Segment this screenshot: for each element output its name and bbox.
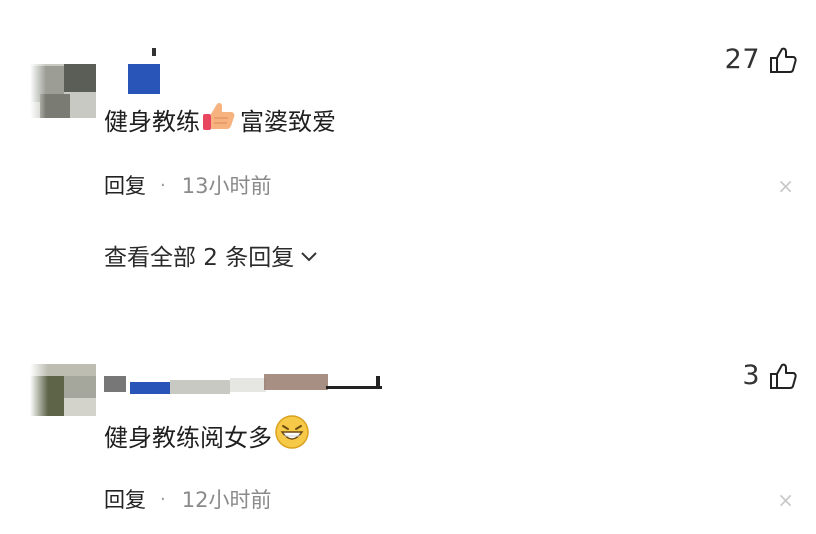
meta-separator: · xyxy=(160,488,166,510)
view-all-replies-button[interactable]: 查看全部 2 条回复 xyxy=(104,238,318,272)
comment-meta: 回复 · 12小时前 xyxy=(104,484,271,514)
avatar[interactable] xyxy=(30,354,96,416)
like-count: 27 xyxy=(724,44,760,75)
meta-separator: · xyxy=(160,174,166,196)
comment-text-part: 健身教练 xyxy=(104,107,200,136)
thumbs-up-emoji xyxy=(202,100,236,138)
thumbs-up-outline-icon xyxy=(768,45,798,75)
reply-button[interactable]: 回复 xyxy=(104,484,146,514)
comment-item: 3 健身教练阅女多 回复 · 12小时前 × xyxy=(0,330,816,534)
username-redacted[interactable] xyxy=(104,370,394,396)
chevron-down-icon xyxy=(294,242,318,268)
avatar[interactable] xyxy=(30,56,96,118)
comment-meta: 回复 · 13小时前 xyxy=(104,170,271,200)
comment-text-part: 健身教练阅女多 xyxy=(104,423,272,452)
like-button[interactable]: 3 xyxy=(742,360,798,391)
timestamp: 13小时前 xyxy=(181,174,272,198)
close-icon[interactable]: × xyxy=(777,490,794,510)
comment-text: 健身教练 富婆致爱 xyxy=(104,100,336,138)
grinning-face-emoji xyxy=(274,414,310,456)
like-button[interactable]: 27 xyxy=(725,44,798,75)
timestamp: 12小时前 xyxy=(181,488,272,512)
reply-button[interactable]: 回复 xyxy=(104,170,146,200)
comment-item: 27 健身教练 富婆致爱 回复 · 13小时前 × 查看全部 2 条回复 xyxy=(0,0,816,330)
thumbs-up-outline-icon xyxy=(768,361,798,391)
comment-text-part: 富婆致爱 xyxy=(240,107,336,136)
view-all-replies-label: 查看全部 2 条回复 xyxy=(104,245,295,271)
username-redacted[interactable] xyxy=(128,48,162,96)
close-icon[interactable]: × xyxy=(777,176,794,196)
comment-text: 健身教练阅女多 xyxy=(104,414,314,456)
like-count: 3 xyxy=(742,360,760,391)
